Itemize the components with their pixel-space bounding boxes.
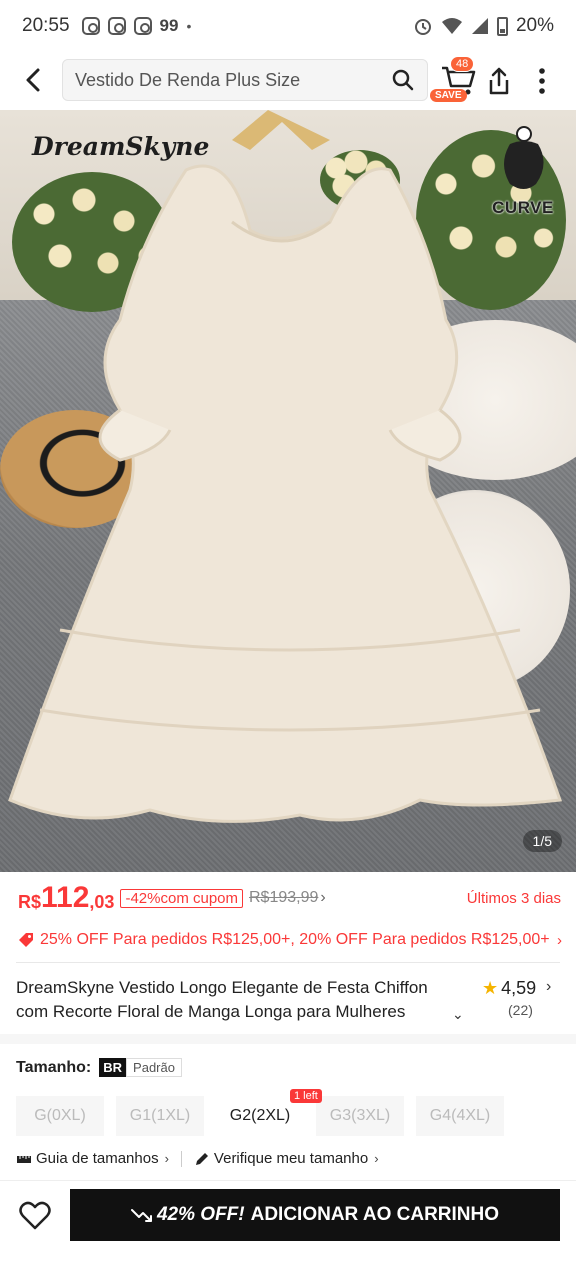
cart-count-badge: 48 bbox=[450, 56, 475, 72]
curve-logo-text: CURVE bbox=[492, 198, 554, 217]
section-gap bbox=[0, 1034, 576, 1044]
review-count[interactable]: (22) bbox=[508, 1002, 533, 1018]
instagram-icon bbox=[81, 17, 100, 35]
image-counter: 1/5 bbox=[522, 830, 562, 852]
signal-icon bbox=[471, 18, 488, 34]
size-guide-label: Guia de tamanhos bbox=[36, 1150, 159, 1167]
expand-title-icon[interactable]: ⌄ bbox=[452, 1006, 464, 1023]
bottom-action-bar: 42% OFF! ADICIONAR AO CARRINHO bbox=[0, 1180, 576, 1250]
system-nav-area bbox=[0, 1250, 576, 1280]
original-price[interactable]: R$193,99 bbox=[249, 889, 318, 907]
promotion-row[interactable]: 25% OFF Para pedidos R$125,00+, 20% OFF … bbox=[0, 922, 576, 958]
size-label: Tamanho: bbox=[16, 1058, 92, 1076]
chevron-right-icon: › bbox=[374, 1151, 379, 1166]
coupon-discount-badge: -42%com cupom bbox=[120, 888, 243, 908]
size-region-badge[interactable]: BR bbox=[99, 1058, 127, 1077]
instagram-icon bbox=[133, 17, 152, 35]
low-stock-badge: 1 left bbox=[290, 1089, 322, 1103]
size-option[interactable]: G4(4XL) bbox=[416, 1096, 504, 1136]
promotion-text: 25% OFF Para pedidos R$125,00+, 20% OFF … bbox=[40, 931, 550, 948]
trend-down-icon bbox=[130, 1209, 152, 1222]
chevron-right-icon[interactable]: › bbox=[546, 978, 551, 996]
search-bar[interactable] bbox=[62, 59, 428, 101]
rating-value: 4,59 bbox=[501, 978, 537, 998]
chevron-right-icon: › bbox=[557, 931, 562, 949]
size-header: Tamanho: BR Padrão bbox=[16, 1058, 182, 1077]
size-guide-link[interactable]: Guia de tamanhos › bbox=[16, 1150, 169, 1167]
rating-summary[interactable]: ★ 4,59 bbox=[482, 978, 536, 999]
divider bbox=[16, 962, 560, 963]
curve-logo: CURVE bbox=[484, 124, 562, 218]
price-integer: 112 bbox=[41, 881, 90, 914]
battery-level: 20% bbox=[515, 15, 554, 36]
star-icon: ★ bbox=[482, 978, 499, 998]
share-icon[interactable] bbox=[486, 66, 512, 96]
price-tag-icon bbox=[19, 933, 33, 947]
search-icon[interactable] bbox=[391, 68, 415, 92]
size-option[interactable]: G1(1XL) bbox=[116, 1096, 204, 1136]
back-arrow-icon[interactable] bbox=[20, 66, 48, 94]
size-guide-row: Guia de tamanhos › Verifique meu tamanho… bbox=[16, 1150, 379, 1167]
status-bar: 20:55 99 • 20% bbox=[0, 0, 576, 52]
ruler-icon bbox=[17, 1155, 31, 1163]
size-option[interactable]: G(0XL) bbox=[16, 1096, 104, 1136]
add-to-cart-button[interactable]: 42% OFF! ADICIONAR AO CARRINHO bbox=[70, 1189, 560, 1241]
save-badge: SAVE bbox=[430, 89, 467, 102]
promo-countdown-label: Últimos 3 dias bbox=[466, 889, 561, 907]
more-options-icon[interactable] bbox=[532, 66, 552, 96]
more-notifications-dot: • bbox=[186, 18, 192, 34]
silhouette-icon bbox=[504, 126, 544, 189]
product-title[interactable]: DreamSkyne Vestido Longo Elegante de Fes… bbox=[16, 976, 462, 1024]
verify-size-label: Verifique meu tamanho bbox=[213, 1150, 369, 1167]
wifi-icon bbox=[441, 18, 462, 34]
battery-icon bbox=[496, 16, 508, 36]
size-option[interactable]: G3(3XL) bbox=[316, 1096, 404, 1136]
price-decimal: ,03 bbox=[89, 891, 115, 912]
brand-logo: DreamSkyne bbox=[32, 132, 210, 161]
chevron-right-icon: › bbox=[164, 1151, 169, 1166]
product-title-section: DreamSkyne Vestido Longo Elegante de Fes… bbox=[0, 970, 576, 1032]
cart-discount-text: 42% OFF! bbox=[156, 1204, 245, 1225]
size-standard-badge[interactable]: Padrão bbox=[126, 1058, 182, 1077]
product-image-carousel[interactable]: DreamSkyne CURVE 1/5 bbox=[0, 110, 576, 872]
verify-size-link[interactable]: Verifique meu tamanho › bbox=[194, 1150, 379, 1167]
status-time: 20:55 bbox=[22, 15, 70, 36]
chevron-right-icon[interactable]: › bbox=[320, 889, 325, 907]
search-input[interactable] bbox=[75, 69, 391, 91]
size-options: G(0XL) G1(1XL) G2(2XL) G3(3XL) G4(4XL) bbox=[16, 1096, 504, 1136]
price-currency: R$ bbox=[18, 891, 42, 912]
dress-photo bbox=[8, 110, 563, 823]
add-to-cart-label: ADICIONAR AO CARRINHO bbox=[250, 1204, 500, 1225]
divider bbox=[180, 1150, 182, 1167]
heart-icon[interactable] bbox=[18, 1199, 52, 1233]
alarm-icon bbox=[414, 19, 431, 35]
instagram-icon bbox=[107, 17, 126, 35]
notification-count: 99 bbox=[159, 16, 179, 35]
top-header: 48 SAVE bbox=[0, 52, 576, 110]
price-row: R$ 112 ,03 -42%com cupom R$193,99 › Últi… bbox=[0, 872, 576, 924]
pencil-icon bbox=[195, 1152, 208, 1165]
